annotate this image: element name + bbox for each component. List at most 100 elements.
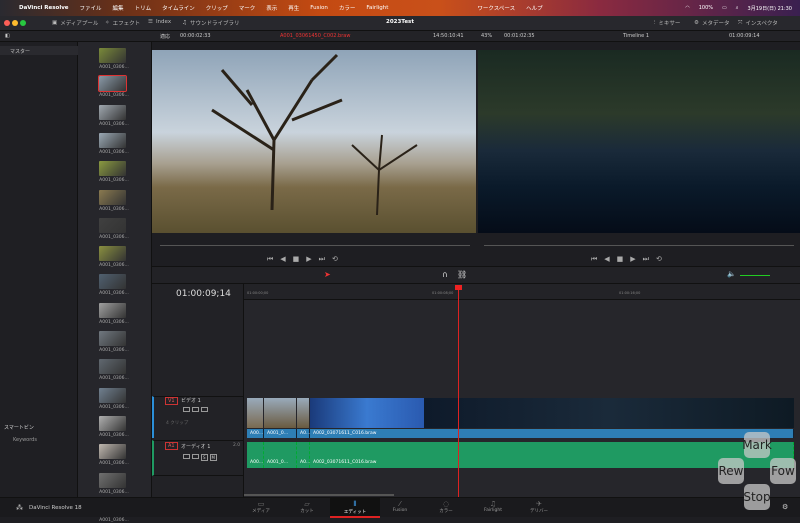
page-cut[interactable]: ▱ カット bbox=[282, 500, 332, 514]
video-clip[interactable]: A002_03071611_C016.braw bbox=[310, 429, 794, 438]
volume-icon[interactable]: 🔈 bbox=[727, 270, 736, 278]
track-v1-id[interactable]: V1 bbox=[165, 397, 178, 405]
page-deliver[interactable]: ✈ デリバー bbox=[514, 500, 564, 514]
media-pool-button[interactable]: ▣ メディアプール bbox=[52, 19, 98, 27]
zoom-button[interactable] bbox=[20, 20, 26, 26]
page-fusion[interactable]: ⁄ Fusion bbox=[375, 500, 425, 513]
auto-select-icon[interactable] bbox=[192, 454, 199, 459]
timeline-viewer[interactable] bbox=[478, 50, 800, 233]
fit-dropdown[interactable]: 適応 bbox=[160, 33, 170, 40]
clip-thumbnail[interactable] bbox=[99, 104, 126, 120]
menu-playback[interactable]: 再生 bbox=[288, 4, 299, 12]
overlay-rew-button[interactable]: Rew bbox=[718, 458, 744, 484]
menu-app[interactable]: DaVinci Resolve bbox=[19, 5, 69, 11]
clip-label: A001_0306... bbox=[99, 206, 129, 212]
effects-button[interactable]: ✧ エフェクト bbox=[105, 19, 140, 27]
sound-library-button[interactable]: ♫ サウンドライブラリ bbox=[182, 19, 239, 27]
overlay-fow-button[interactable]: Fow bbox=[770, 458, 796, 484]
mute-button[interactable]: M bbox=[209, 454, 217, 461]
clip-thumbnail[interactable] bbox=[99, 359, 126, 375]
index-button[interactable]: ☰ Index bbox=[148, 19, 171, 25]
volume-slider[interactable] bbox=[740, 275, 770, 276]
inspector-button[interactable]: ⤧ インスペクタ bbox=[738, 19, 778, 28]
selection-tool-icon[interactable]: ➤ bbox=[324, 270, 331, 279]
menu-edit[interactable]: 編集 bbox=[113, 4, 124, 12]
playhead[interactable] bbox=[458, 286, 459, 497]
clip-thumbnail[interactable] bbox=[98, 75, 127, 93]
menu-timeline[interactable]: タイムライン bbox=[162, 4, 195, 12]
source-clip-dropdown[interactable]: A001_03061450_C002.braw bbox=[280, 33, 350, 39]
edit-icon: ⫴ bbox=[353, 500, 357, 508]
clip-thumbnail[interactable] bbox=[99, 48, 126, 63]
track-a1-id[interactable]: A1 bbox=[165, 442, 178, 450]
audio-clip[interactable]: A001_0... bbox=[264, 442, 297, 468]
menu-trim[interactable]: トリム bbox=[135, 4, 152, 12]
overlay-stop-button[interactable]: Stop bbox=[743, 484, 771, 510]
clip-thumbnail[interactable] bbox=[99, 246, 126, 262]
panel-toggle-icon[interactable]: ◧ bbox=[5, 33, 10, 39]
clip-thumbnail[interactable] bbox=[99, 132, 126, 148]
clip-thumbnail[interactable] bbox=[99, 217, 126, 233]
metadata-button[interactable]: ⚙ メタデータ bbox=[694, 19, 729, 27]
menu-workspace[interactable]: ワークスペース bbox=[477, 4, 515, 12]
link-icon[interactable]: ⛓ bbox=[457, 270, 467, 279]
page-media[interactable]: ▭ メディア bbox=[236, 500, 286, 514]
wifi-icon[interactable]: ◠ bbox=[685, 5, 689, 11]
timeline-dropdown[interactable]: Timeline 1 bbox=[623, 33, 649, 39]
clip-thumbnail[interactable] bbox=[99, 302, 126, 318]
page-fairlight[interactable]: ♫ Fairlight bbox=[468, 500, 518, 513]
page-color[interactable]: ◌ カラー bbox=[421, 500, 471, 514]
source-transport-buttons[interactable]: ⏮◀■▶⏭⟲ bbox=[267, 255, 345, 264]
clip-label: A001_0306... bbox=[99, 234, 129, 240]
smart-bin-keywords[interactable]: Keywords bbox=[13, 437, 37, 443]
close-button[interactable] bbox=[4, 20, 10, 26]
clip-thumbnail bbox=[424, 398, 794, 428]
clip-thumbnail[interactable] bbox=[99, 161, 126, 177]
menu-fairlight[interactable]: Fairlight bbox=[366, 5, 388, 11]
track-visible-icon[interactable] bbox=[201, 407, 208, 412]
clip-label: A001_0306... bbox=[99, 178, 129, 184]
track-v1-controls[interactable] bbox=[183, 407, 210, 414]
datetime[interactable]: 3月19日(日) 21:30 bbox=[748, 5, 792, 12]
clip-thumbnail[interactable] bbox=[99, 387, 126, 403]
lock-icon[interactable] bbox=[183, 407, 190, 412]
video-clip[interactable]: A001_0... bbox=[264, 429, 297, 438]
solo-button[interactable]: S bbox=[201, 454, 208, 461]
source-viewer[interactable] bbox=[152, 50, 476, 233]
bin-master[interactable]: マスター bbox=[0, 46, 78, 55]
minimize-button[interactable] bbox=[12, 20, 18, 26]
settings-icon[interactable]: ⚙ bbox=[782, 503, 788, 511]
lock-icon[interactable] bbox=[183, 454, 190, 459]
menu-help[interactable]: ヘルプ bbox=[526, 4, 543, 12]
clip-thumbnail[interactable] bbox=[99, 274, 126, 290]
mixer-button[interactable]: ⫶ ミキサー bbox=[654, 19, 680, 28]
audio-clip[interactable]: A00... bbox=[247, 442, 264, 468]
playhead-handle[interactable] bbox=[455, 285, 462, 290]
clip-thumbnail[interactable] bbox=[99, 444, 126, 460]
search-icon[interactable]: ⌕ bbox=[736, 5, 739, 11]
auto-select-icon[interactable] bbox=[192, 407, 199, 412]
timeline-ruler[interactable]: 01:00:00;00 01:00:08;00 01:00:16;00 bbox=[244, 284, 800, 300]
snap-icon[interactable]: ∩ bbox=[442, 270, 448, 279]
menu-file[interactable]: ファイル bbox=[80, 4, 102, 12]
menu-mark[interactable]: マーク bbox=[239, 4, 256, 12]
zoom-dropdown[interactable]: 43% bbox=[481, 33, 492, 39]
clip-thumbnail[interactable] bbox=[99, 415, 126, 431]
clip-thumbnail[interactable] bbox=[99, 189, 126, 205]
program-duration: 00:01:02:35 bbox=[504, 33, 535, 39]
menu-view[interactable]: 表示 bbox=[266, 4, 277, 12]
program-transport-buttons[interactable]: ⏮◀■▶⏭⟲ bbox=[591, 255, 669, 264]
menu-fusion[interactable]: Fusion bbox=[310, 5, 328, 11]
video-clip[interactable]: A00... bbox=[247, 429, 264, 438]
menu-color[interactable]: カラー bbox=[339, 4, 356, 12]
overlay-mark-button[interactable]: Mark bbox=[742, 432, 772, 458]
timeline-scrollbar[interactable] bbox=[244, 494, 394, 496]
clip-thumbnail[interactable] bbox=[99, 331, 126, 346]
page-edit[interactable]: ⫴ エディット bbox=[330, 498, 380, 518]
menu-clip[interactable]: クリップ bbox=[206, 4, 228, 12]
audio-clip[interactable]: A0... bbox=[297, 442, 310, 468]
clip-thumbnail[interactable] bbox=[99, 472, 126, 488]
video-clip[interactable]: A0... bbox=[297, 429, 310, 438]
battery-icon[interactable]: ▭ bbox=[722, 5, 727, 11]
source-transport: ⏮◀■▶⏭⟲ bbox=[152, 236, 476, 266]
